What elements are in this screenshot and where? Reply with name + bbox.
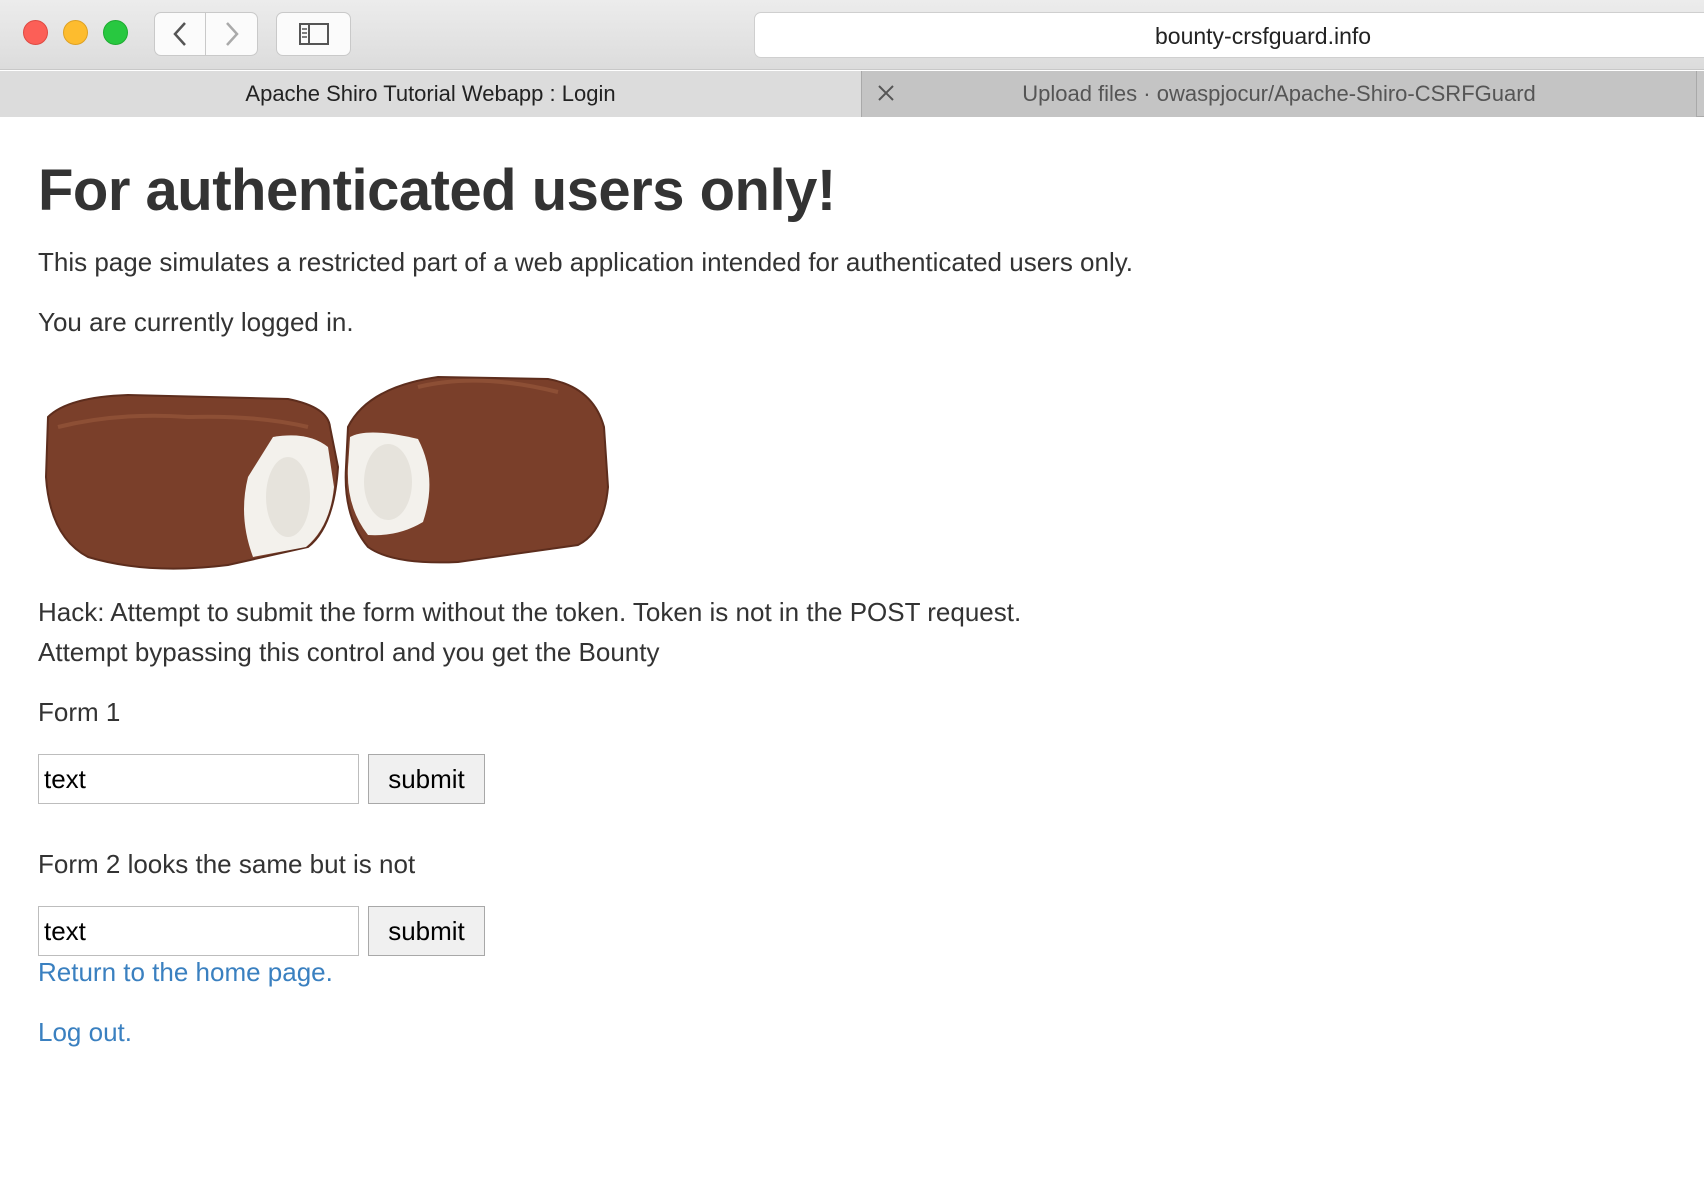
form1-text-input[interactable] (38, 754, 359, 804)
url-text: bounty-crsfguard.info (1155, 23, 1372, 49)
form2-label: Form 2 looks the same but is not (38, 849, 416, 879)
chevron-right-icon (225, 22, 239, 46)
browser-titlebar: bounty-crsfguard.info (0, 0, 1704, 70)
address-bar[interactable]: bounty-crsfguard.info (754, 12, 1704, 58)
home-page-link[interactable]: Return to the home page. (38, 957, 333, 988)
chevron-left-icon (173, 22, 186, 46)
forward-button[interactable] (206, 12, 258, 56)
zoom-window-button[interactable] (103, 20, 128, 45)
form-2: submit (38, 906, 485, 956)
chocolate-bar-image (44, 375, 610, 570)
form1-submit-button[interactable]: submit (368, 754, 485, 804)
logout-link[interactable]: Log out. (38, 1017, 132, 1048)
minimize-window-button[interactable] (63, 20, 88, 45)
intro-text: This page simulates a restricted part of… (38, 247, 1134, 277)
hack-instruction-text: Hack: Attempt to submit the form without… (38, 597, 1022, 627)
form2-submit-button[interactable]: submit (368, 906, 485, 956)
close-window-button[interactable] (23, 20, 48, 45)
bounty-text: Attempt bypassing this control and you g… (38, 637, 660, 667)
tab-label: Upload files · owaspjocur/Apache-Shiro-C… (1022, 81, 1536, 106)
sidebar-icon (298, 23, 329, 45)
form2-text-input[interactable] (38, 906, 359, 956)
tab-upload-files[interactable]: Upload files · owaspjocur/Apache-Shiro-C… (862, 71, 1697, 117)
close-icon[interactable] (874, 81, 898, 105)
back-button[interactable] (154, 12, 206, 56)
sidebar-toggle-button[interactable] (276, 12, 351, 56)
form-1: submit (38, 754, 485, 804)
form1-label: Form 1 (38, 697, 121, 727)
page-title: For authenticated users only! (38, 158, 836, 223)
tab-label: Apache Shiro Tutorial Webapp : Login (245, 81, 616, 106)
tab-login[interactable]: Apache Shiro Tutorial Webapp : Login (0, 71, 862, 117)
login-status-text: You are currently logged in. (38, 307, 354, 337)
tab-bar: Apache Shiro Tutorial Webapp : Login Upl… (0, 71, 1704, 117)
